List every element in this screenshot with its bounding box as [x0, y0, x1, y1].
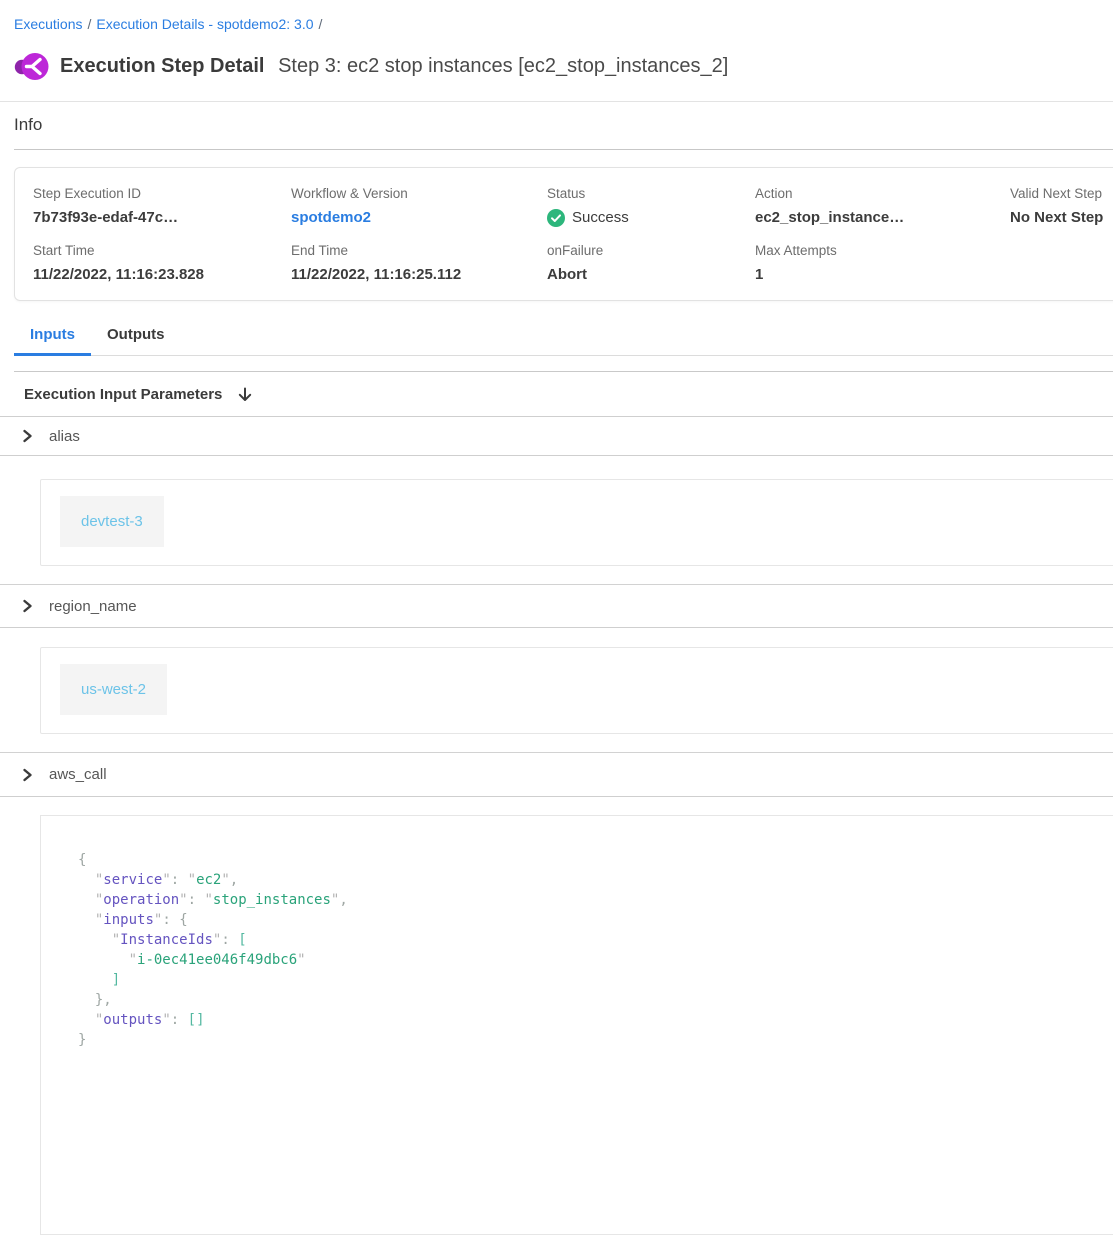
param-name: alias: [49, 428, 80, 445]
tab-bar: Inputs Outputs: [14, 323, 1113, 356]
tab-inputs[interactable]: Inputs: [14, 323, 91, 356]
field-label: Max Attempts: [755, 242, 1010, 259]
breadcrumb-link-execution-details[interactable]: Execution Details - spotdemo2: 3.0: [96, 16, 313, 32]
chevron-right-icon: [20, 599, 34, 613]
field-start-time: Start Time 11/22/2022, 11:16:23.828: [33, 242, 291, 284]
info-heading: Info: [14, 114, 1099, 136]
field-value: 1: [755, 265, 1010, 284]
chevron-right-icon: [20, 768, 34, 782]
page-title: Execution Step Detail: [60, 55, 265, 77]
breadcrumb-link-executions[interactable]: Executions: [14, 16, 82, 32]
field-max-attempts: Max Attempts 1: [755, 242, 1010, 284]
param-value-chip: us-west-2: [60, 664, 167, 715]
info-card: Step Execution ID 7b73f93e-edaf-47c… Wor…: [14, 167, 1113, 301]
param-value-chip: devtest-3: [60, 496, 164, 547]
success-check-icon: [547, 209, 565, 227]
field-label: Valid Next Step: [1010, 185, 1113, 202]
field-label: Step Execution ID: [33, 185, 291, 202]
chevron-right-icon: [20, 429, 34, 443]
field-value: ec2_stop_instance…: [755, 208, 1010, 227]
field-value: Abort: [547, 265, 755, 284]
field-onfailure: onFailure Abort: [547, 242, 755, 284]
param-name: region_name: [49, 598, 137, 615]
divider: [14, 149, 1113, 150]
code-block: { "service": "ec2", "operation": "stop_i…: [78, 850, 1113, 1050]
divider: [0, 455, 1113, 456]
field-valid-next-step: Valid Next Step No Next Step: [1010, 185, 1113, 227]
param-header-alias[interactable]: alias: [0, 417, 1113, 455]
field-label: onFailure: [547, 242, 755, 259]
field-workflow-version: Workflow & Version spotdemo2: [291, 185, 547, 227]
execution-input-parameters-header: Execution Input Parameters: [24, 385, 1113, 404]
field-label: Start Time: [33, 242, 291, 259]
field-label: Workflow & Version: [291, 185, 547, 202]
workflow-brand-icon: [14, 49, 49, 84]
breadcrumb: Executions / Execution Details - spotdemo2…: [0, 0, 1113, 34]
field-status: Status Success: [547, 185, 755, 227]
field-step-execution-id: Step Execution ID 7b73f93e-edaf-47c…: [33, 185, 291, 227]
page-subtitle: Step 3: ec2 stop instances [ec2_stop_ins…: [278, 55, 728, 77]
divider: [0, 796, 1113, 797]
field-label: End Time: [291, 242, 547, 259]
field-value: No Next Step: [1010, 208, 1113, 227]
section-title: Execution Input Parameters: [24, 385, 222, 404]
param-panel-aws-call: { "service": "ec2", "operation": "stop_i…: [40, 815, 1113, 1235]
param-header-aws-call[interactable]: aws_call: [0, 753, 1113, 796]
field-value: 11/22/2022, 11:16:23.828: [33, 265, 291, 284]
param-panel-region-name: us-west-2: [40, 647, 1113, 734]
field-empty: [1010, 242, 1113, 284]
param-name: aws_call: [49, 766, 107, 783]
download-icon[interactable]: [236, 386, 254, 404]
divider: [14, 371, 1113, 372]
divider: [0, 101, 1113, 102]
field-value: 7b73f93e-edaf-47c…: [33, 208, 291, 227]
field-action: Action ec2_stop_instance…: [755, 185, 1010, 227]
tab-outputs[interactable]: Outputs: [91, 323, 181, 356]
field-label: Status: [547, 185, 755, 202]
field-label: Action: [755, 185, 1010, 202]
divider: [0, 627, 1113, 628]
status-badge: Success: [572, 208, 629, 227]
param-panel-alias: devtest-3: [40, 479, 1113, 566]
breadcrumb-separator: /: [87, 16, 91, 32]
workflow-link[interactable]: spotdemo2: [291, 208, 547, 227]
field-value: 11/22/2022, 11:16:25.112: [291, 265, 547, 284]
param-header-region-name[interactable]: region_name: [0, 585, 1113, 627]
field-end-time: End Time 11/22/2022, 11:16:25.112: [291, 242, 547, 284]
page-header: Execution Step Detail Step 3: ec2 stop i…: [14, 48, 1113, 84]
breadcrumb-separator: /: [319, 16, 323, 32]
